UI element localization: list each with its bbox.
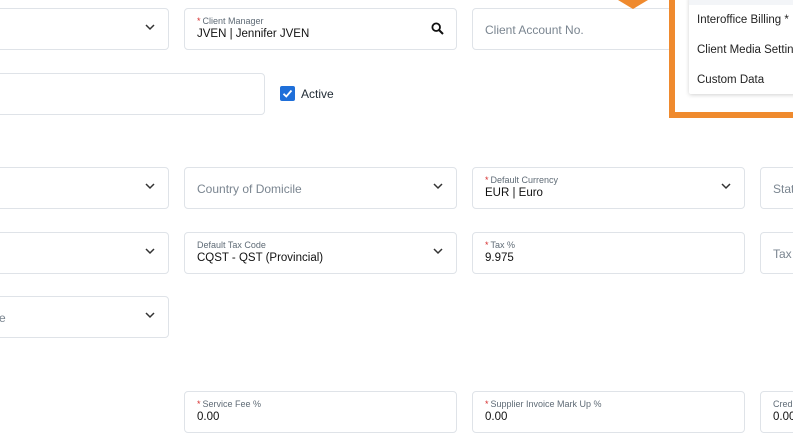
highlight-arrow	[618, 0, 648, 9]
chevron-down-icon	[145, 24, 155, 31]
tax-placeholder-partial: Tax	[773, 247, 792, 261]
default-currency-value: EUR | Euro	[485, 187, 543, 199]
default-currency-label: * Default Currency	[485, 175, 559, 185]
credit-field-partial[interactable]: Cred 0.00	[760, 391, 793, 433]
dropdown-field-row1-left[interactable]	[0, 8, 169, 50]
default-tax-code-value: CQST - QST (Provincial)	[197, 252, 324, 264]
client-manager-label: * Client Manager	[197, 16, 264, 26]
client-account-no-placeholder: Client Account No.	[485, 23, 584, 37]
client-manager-field[interactable]: * Client Manager JVEN | Jennifer JVEN	[184, 8, 457, 50]
dropdown-field-row3-left[interactable]	[0, 167, 169, 209]
chevron-down-icon	[721, 183, 731, 190]
credit-value-partial: 0.00	[773, 411, 793, 423]
chevron-down-icon	[433, 248, 443, 255]
credit-label-partial: Cred	[773, 399, 793, 409]
menu-item-interoffice-billing[interactable]: Interoffice Billing *	[697, 14, 789, 26]
tax-field-partial[interactable]: Tax	[760, 232, 793, 274]
menu-item-custom-data[interactable]: Custom Data	[697, 74, 764, 86]
menu-selected-item-partial[interactable]	[689, 0, 793, 5]
supplier-invoice-markup-input[interactable]: * Supplier Invoice Mark Up % 0.00	[472, 391, 745, 433]
tax-percent-input[interactable]: * Tax % 9.975	[472, 232, 745, 274]
search-icon[interactable]	[431, 22, 444, 35]
row5-partial-text: e	[0, 311, 6, 325]
dropdown-field-row5-left[interactable]: e	[0, 296, 169, 338]
tax-percent-label: * Tax %	[485, 240, 516, 250]
chevron-down-icon	[145, 248, 155, 255]
service-fee-label: * Service Fee %	[197, 399, 262, 409]
supplier-invoice-markup-label: * Supplier Invoice Mark Up %	[485, 399, 602, 409]
service-fee-value: 0.00	[197, 411, 220, 423]
default-tax-code-select[interactable]: Default Tax Code CQST - QST (Provincial)	[184, 232, 457, 274]
default-tax-code-label: Default Tax Code	[197, 240, 266, 250]
chevron-down-icon	[145, 183, 155, 190]
chevron-down-icon	[433, 183, 443, 190]
default-currency-select[interactable]: * Default Currency EUR | Euro	[472, 167, 745, 209]
chevron-down-icon	[145, 312, 155, 319]
service-fee-input[interactable]: * Service Fee % 0.00	[184, 391, 457, 433]
country-of-domicile-select[interactable]: Country of Domicile	[184, 167, 457, 209]
supplier-invoice-markup-value: 0.00	[485, 411, 508, 423]
state-placeholder-partial: Stat	[773, 182, 793, 196]
menu-item-client-media-settings[interactable]: Client Media Settings	[697, 44, 793, 56]
active-label: Active	[301, 87, 334, 101]
check-icon	[282, 89, 293, 98]
client-manager-value: JVEN | Jennifer JVEN	[197, 28, 310, 40]
highlight-frame: Interoffice Billing * Client Media Setti…	[669, 0, 793, 118]
client-account-no-input[interactable]: Client Account No.	[472, 8, 672, 50]
state-field-partial[interactable]: Stat	[760, 167, 793, 209]
dropdown-field-row4-left[interactable]	[0, 232, 169, 274]
country-of-domicile-placeholder: Country of Domicile	[197, 182, 302, 196]
active-checkbox[interactable]	[280, 86, 295, 101]
tax-percent-value: 9.975	[485, 252, 514, 264]
context-menu: Interoffice Billing * Client Media Setti…	[689, 0, 793, 94]
text-input-row2[interactable]	[0, 73, 265, 115]
